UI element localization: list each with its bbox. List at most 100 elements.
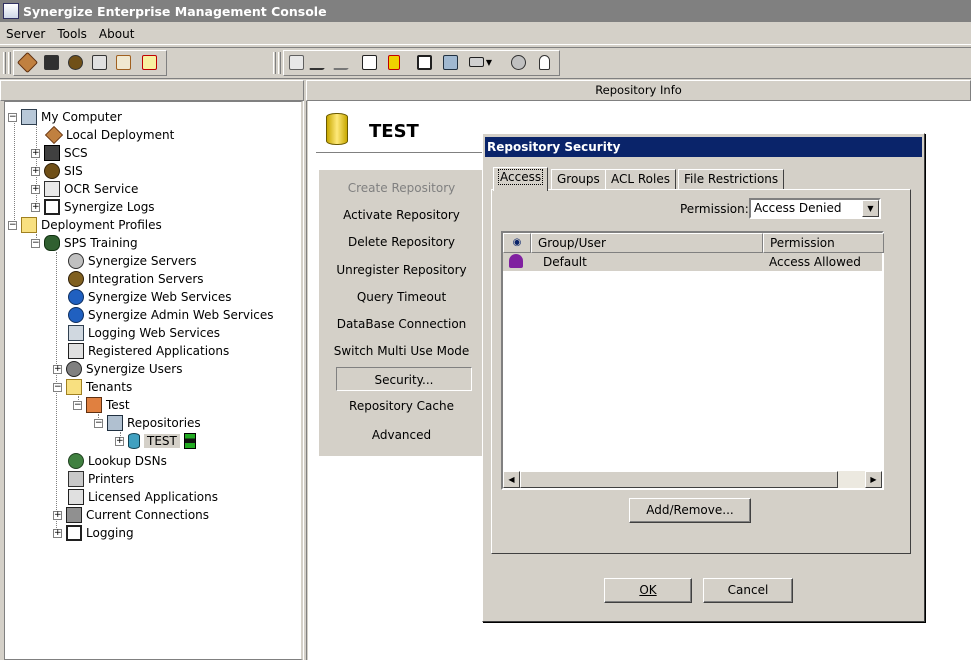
toolbar-grip[interactable] xyxy=(273,52,276,74)
tree-node-my-computer[interactable]: − My Computer xyxy=(8,108,122,126)
database-connection-action[interactable]: DataBase Connection xyxy=(319,312,484,336)
collapse-icon[interactable]: − xyxy=(31,238,40,248)
add-remove-button[interactable]: Add/Remove... xyxy=(629,498,751,523)
delete-repository-action[interactable]: Delete Repository xyxy=(319,230,484,254)
lock-icon[interactable] xyxy=(534,52,554,72)
tree-node-synergize-servers[interactable]: Synergize Servers xyxy=(68,252,196,270)
expand-icon[interactable]: + xyxy=(115,436,124,446)
menu-server[interactable]: Server xyxy=(4,27,47,41)
new-server-icon[interactable] xyxy=(286,52,306,72)
route-icon[interactable] xyxy=(308,52,332,72)
tree-node-local-deployment[interactable]: Local Deployment xyxy=(44,125,174,145)
tree-node-test-repo[interactable]: + TEST xyxy=(115,432,200,450)
scroll-right-icon[interactable]: ▶ xyxy=(865,471,882,488)
scroll-thumb[interactable] xyxy=(520,471,838,488)
tree-node-synergize-users[interactable]: + Synergize Users xyxy=(53,360,182,378)
activate-repository-action[interactable]: Activate Repository xyxy=(319,203,484,227)
create-repository-action[interactable]: Create Repository xyxy=(319,176,484,200)
pane-splitter[interactable] xyxy=(303,101,307,660)
tree-node-sis[interactable]: + SIS xyxy=(31,162,83,180)
table-row[interactable]: Default Access Allowed xyxy=(503,253,882,271)
tree-node-scs[interactable]: + SCS xyxy=(31,144,88,162)
toolbar-grip[interactable] xyxy=(278,52,281,74)
navigation-tree[interactable]: − My Computer Local Deployment + SCS + S… xyxy=(4,101,303,660)
book-icon[interactable] xyxy=(89,52,109,72)
tree-node-synergize-web-services[interactable]: Synergize Web Services xyxy=(68,288,231,306)
query-timeout-action[interactable]: Query Timeout xyxy=(319,285,484,309)
toolbar-grip[interactable] xyxy=(3,52,6,74)
chevron-down-icon[interactable]: ▼ xyxy=(862,200,879,217)
computer-icon[interactable] xyxy=(440,52,460,72)
access-tab-panel: Permission: Access Denied ▼ ◉ Group/User… xyxy=(491,189,911,554)
tree-node-repositories[interactable]: − Repositories xyxy=(94,414,201,432)
chevron-down-icon[interactable]: ▼ xyxy=(484,52,494,72)
cancel-label: Cancel xyxy=(727,583,769,597)
group-user-column-header[interactable]: Group/User xyxy=(531,233,763,253)
route2-icon[interactable] xyxy=(332,52,356,72)
horizontal-scrollbar[interactable]: ◀ ▶ xyxy=(503,471,882,488)
scroll-left-icon[interactable]: ◀ xyxy=(503,471,520,488)
menu-tools[interactable]: Tools xyxy=(55,27,89,41)
ok-button[interactable]: OK xyxy=(604,578,692,603)
menu-about[interactable]: About xyxy=(97,27,136,41)
tree-node-tenants[interactable]: − Tenants xyxy=(53,378,132,396)
tree-node-label: Licensed Applications xyxy=(88,490,218,504)
title-bar: Synergize Enterprise Management Console xyxy=(0,0,971,22)
permission-select[interactable]: Access Denied ▼ xyxy=(749,198,881,219)
expand-icon[interactable]: + xyxy=(31,148,40,158)
tree-node-label: Integration Servers xyxy=(88,272,204,286)
tree-node-deployment-profiles[interactable]: − Deployment Profiles xyxy=(8,216,162,234)
tree-node-registered-applications[interactable]: Registered Applications xyxy=(68,342,229,360)
permission-column-header[interactable]: Permission xyxy=(763,233,884,253)
group-user-list[interactable]: ◉ Group/User Permission Default Access A… xyxy=(501,231,884,490)
cancel-button[interactable]: Cancel xyxy=(703,578,793,603)
folder-open-icon xyxy=(21,217,37,233)
checklist-icon[interactable] xyxy=(113,52,133,72)
expand-icon[interactable]: + xyxy=(53,528,62,538)
tree-node-synergize-logs[interactable]: + Synergize Logs xyxy=(31,198,155,216)
tab-access[interactable]: Access xyxy=(493,167,549,191)
unregister-repository-action[interactable]: Unregister Repository xyxy=(319,258,484,282)
tab-groups[interactable]: Groups xyxy=(551,169,606,190)
tree-node-licensed-applications[interactable]: Licensed Applications xyxy=(68,488,218,506)
expand-icon[interactable]: + xyxy=(31,184,40,194)
expand-icon[interactable]: + xyxy=(53,510,62,520)
collapse-icon[interactable]: − xyxy=(94,418,103,428)
tree-node-label: Registered Applications xyxy=(88,344,230,358)
expand-icon[interactable]: + xyxy=(31,166,40,176)
collapse-icon[interactable]: − xyxy=(8,220,17,230)
tree-node-current-connections[interactable]: + Current Connections xyxy=(53,506,209,524)
tree-node-logging[interactable]: + Logging xyxy=(53,524,134,542)
tree-node-synergize-admin-web-services[interactable]: Synergize Admin Web Services xyxy=(68,306,274,324)
tree-node-sps-training[interactable]: − SPS Training xyxy=(31,234,138,252)
toolbar-grip[interactable] xyxy=(8,52,11,74)
binoculars-icon[interactable] xyxy=(41,52,61,72)
collapse-icon[interactable]: − xyxy=(73,400,82,410)
monitor-icon[interactable] xyxy=(414,52,434,72)
globe-icon[interactable] xyxy=(65,52,85,72)
switch-multi-use-mode-action[interactable]: Switch Multi Use Mode xyxy=(319,339,484,363)
tree-node-test-tenant[interactable]: − Test xyxy=(73,396,130,414)
repository-cache-action[interactable]: Repository Cache xyxy=(319,394,484,418)
collapse-icon[interactable]: − xyxy=(53,382,62,392)
gear-run-icon[interactable] xyxy=(508,52,528,72)
user-group-icon xyxy=(509,254,523,268)
tab-file-restrictions[interactable]: File Restrictions xyxy=(678,169,785,190)
flag-icon[interactable] xyxy=(359,52,379,72)
status-column-header[interactable]: ◉ xyxy=(503,233,531,253)
tree-node-integration-servers[interactable]: Integration Servers xyxy=(68,270,204,288)
deploy-icon[interactable] xyxy=(16,51,38,73)
network-icon[interactable] xyxy=(466,52,486,72)
tree-node-lookup-dsns[interactable]: Lookup DSNs xyxy=(68,452,167,470)
advanced-action[interactable]: Advanced xyxy=(319,423,484,447)
collapse-icon[interactable]: − xyxy=(8,112,17,122)
expand-icon[interactable]: + xyxy=(31,202,40,212)
expand-icon[interactable]: + xyxy=(53,364,62,374)
certificate-icon[interactable] xyxy=(139,52,159,72)
tree-node-logging-web-services[interactable]: Logging Web Services xyxy=(68,324,220,342)
tab-acl-roles[interactable]: ACL Roles xyxy=(605,169,676,190)
document-icon[interactable] xyxy=(384,52,404,72)
tree-node-ocr-service[interactable]: + OCR Service xyxy=(31,180,138,198)
security-action[interactable]: Security... xyxy=(336,367,472,391)
tree-node-printers[interactable]: Printers xyxy=(68,470,134,488)
